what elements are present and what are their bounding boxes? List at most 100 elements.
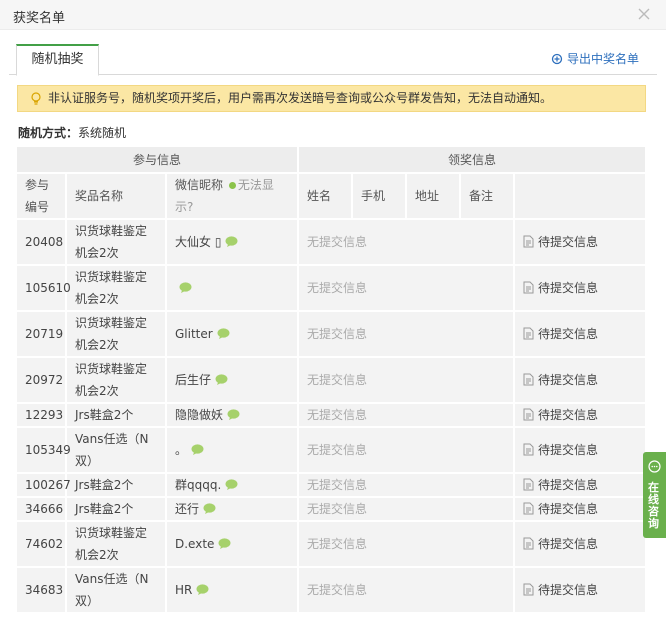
export-label: 导出中奖名单 (566, 52, 639, 66)
col-header-id: 参与编号 (17, 174, 67, 220)
cell-claim-info: 无提交信息 (299, 404, 515, 428)
document-icon (523, 441, 534, 456)
nickname-text: 后生仔 (175, 373, 212, 387)
nickname-text: 大仙女 ▯ (175, 235, 222, 249)
nickname-text: 隐隐做妖 (175, 408, 224, 422)
pending-info-link[interactable]: 待提交信息 (523, 537, 598, 551)
cell-id: 105610 (17, 266, 71, 312)
cell-prize: 识货球鞋鉴定机会2次 (67, 312, 167, 358)
document-icon (523, 500, 534, 515)
wechat-bubble-icon[interactable] (217, 324, 230, 339)
document-icon (523, 233, 534, 248)
pending-info-label: 待提交信息 (538, 502, 599, 516)
export-winners-button[interactable]: 导出中奖名单 (551, 50, 639, 67)
pending-info-link[interactable]: 待提交信息 (523, 327, 598, 341)
document-icon (523, 279, 534, 294)
winners-table: 参与信息 领奖信息 参与编号 奖品名称 微信昵称 无法显示? 姓名 手机 地址 … (17, 147, 648, 614)
table-row: 100267 Jrs鞋盒2个 群qqqq. 无提交信息 待提交信息 (17, 474, 648, 498)
wechat-bubble-icon[interactable] (225, 232, 238, 247)
col-header-action (515, 174, 648, 220)
cell-id: 12293 (17, 404, 67, 428)
cell-action: 待提交信息 (515, 568, 648, 614)
wechat-bubble-icon[interactable] (203, 499, 216, 514)
cell-id: 20972 (17, 358, 67, 404)
cell-action: 待提交信息 (515, 428, 648, 474)
cell-claim-info: 无提交信息 (299, 266, 515, 312)
pending-info-label: 待提交信息 (538, 281, 599, 295)
cell-claim-info: 无提交信息 (299, 522, 515, 568)
table-row: 12293 Jrs鞋盒2个 隐隐做妖 无提交信息 待提交信息 (17, 404, 648, 428)
wechat-bubble-icon[interactable] (179, 278, 192, 293)
pending-info-link[interactable]: 待提交信息 (523, 235, 598, 249)
table-row: 20408 识货球鞋鉴定机会2次 大仙女 ▯ 无提交信息 待提交信息 (17, 220, 648, 266)
cell-claim-info: 无提交信息 (299, 428, 515, 474)
cell-prize: 识货球鞋鉴定机会2次 (67, 266, 167, 312)
wechat-bubble-icon[interactable] (191, 440, 204, 455)
group-header-claim: 领奖信息 (299, 147, 648, 174)
cell-nickname: HR (167, 568, 299, 614)
table-row: 34666 Jrs鞋盒2个 还行 无提交信息 待提交信息 (17, 498, 648, 522)
pending-info-link[interactable]: 待提交信息 (523, 443, 598, 457)
online-consult-tab[interactable]: 在线咨询 (643, 452, 666, 538)
pending-info-link[interactable]: 待提交信息 (523, 281, 598, 295)
wechat-bubble-icon[interactable] (227, 405, 240, 420)
nickname-text: 群qqqq. (175, 478, 222, 492)
cell-prize: 识货球鞋鉴定机会2次 (67, 220, 167, 266)
cell-nickname: 群qqqq. (167, 474, 299, 498)
tab-bar: 随机抽奖 导出中奖名单 (9, 44, 657, 76)
cell-action: 待提交信息 (515, 474, 648, 498)
cell-nickname: 还行 (167, 498, 299, 522)
col-header-remark: 备注 (461, 174, 515, 220)
draw-mode-value: 系统随机 (78, 126, 127, 140)
cell-action: 待提交信息 (515, 312, 648, 358)
cell-claim-info: 无提交信息 (299, 498, 515, 522)
nickname-text: 。 (175, 443, 188, 457)
pending-info-link[interactable]: 待提交信息 (523, 502, 598, 516)
close-icon[interactable] (634, 4, 654, 24)
wechat-bubble-icon[interactable] (215, 370, 228, 385)
wechat-bubble-icon[interactable] (196, 580, 209, 595)
table-row: 20972 识货球鞋鉴定机会2次 后生仔 无提交信息 待提交信息 (17, 358, 648, 404)
wechat-bubble-icon[interactable] (218, 534, 231, 549)
document-icon (523, 325, 534, 340)
cell-claim-info: 无提交信息 (299, 312, 515, 358)
col-header-phone: 手机 (353, 174, 407, 220)
cell-prize: 识货球鞋鉴定机会2次 (67, 522, 167, 568)
tab-random-draw[interactable]: 随机抽奖 (16, 44, 99, 76)
cell-action: 待提交信息 (515, 404, 648, 428)
online-consult-label: 在线咨询 (648, 481, 659, 530)
col-header-prize: 奖品名称 (67, 174, 167, 220)
cell-prize: Vans任选（N双） (67, 428, 167, 474)
cell-nickname: 。 (167, 428, 299, 474)
group-header-participation: 参与信息 (17, 147, 299, 174)
notice-banner: 非认证服务号，随机奖项开奖后，用户需再次发送暗号查询或公众号群发告知，无法自动通… (17, 85, 646, 112)
draw-mode: 随机方式：系统随机 (18, 124, 126, 141)
document-icon (523, 476, 534, 491)
nickname-text: D.exte (175, 537, 215, 551)
table-row: 74602 识货球鞋鉴定机会2次 D.exte 无提交信息 待提交信息 (17, 522, 648, 568)
col-header-name: 姓名 (299, 174, 353, 220)
nickname-text: HR (175, 583, 193, 597)
pending-info-link[interactable]: 待提交信息 (523, 408, 598, 422)
cell-nickname: 隐隐做妖 (167, 404, 299, 428)
table-row: 105610 识货球鞋鉴定机会2次 无提交信息 待提交信息 (17, 266, 648, 312)
table-row: 20719 识货球鞋鉴定机会2次 Glitter 无提交信息 待提交信息 (17, 312, 648, 358)
pending-info-label: 待提交信息 (538, 443, 599, 457)
pending-info-link[interactable]: 待提交信息 (523, 478, 598, 492)
pending-info-link[interactable]: 待提交信息 (523, 373, 598, 387)
cell-id: 34683 (17, 568, 67, 614)
chat-icon (648, 460, 661, 473)
nickname-text: 还行 (175, 502, 200, 516)
cell-id: 105349 (17, 428, 71, 474)
pending-info-label: 待提交信息 (538, 408, 599, 422)
cell-id: 20719 (17, 312, 67, 358)
cell-nickname: D.exte (167, 522, 299, 568)
cell-id: 74602 (17, 522, 67, 568)
pending-info-label: 待提交信息 (538, 537, 599, 551)
wechat-bubble-icon[interactable] (225, 475, 238, 490)
cell-nickname: 后生仔 (167, 358, 299, 404)
col-header-nickname-label: 微信昵称 (175, 178, 224, 192)
document-icon (523, 581, 534, 596)
pending-info-link[interactable]: 待提交信息 (523, 583, 598, 597)
col-header-nickname: 微信昵称 无法显示? (167, 174, 299, 220)
